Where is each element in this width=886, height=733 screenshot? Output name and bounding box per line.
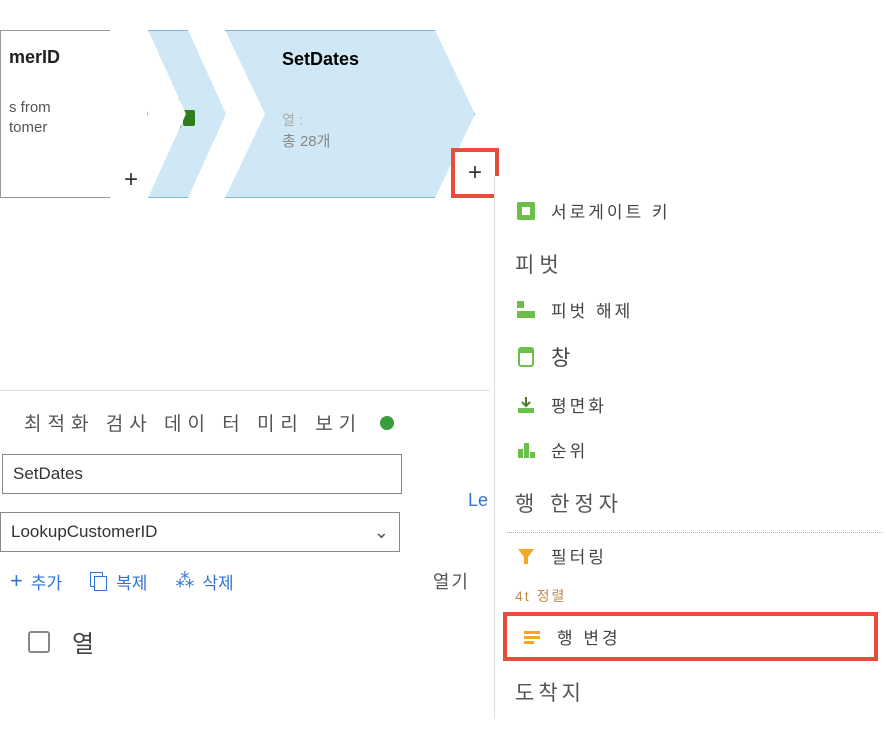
window-icon — [515, 346, 537, 368]
delete-icon: ⁂ — [175, 570, 194, 593]
sort-label: 4t 정렬 — [507, 578, 882, 608]
menu-surrogate-key[interactable]: 서로게이트 키 — [507, 188, 882, 233]
preview-panel: 최적화 검사 데이 터 미리 보기 LookupCustomerID ⌄ + 추… — [0, 390, 490, 673]
node-title: merID — [5, 47, 137, 68]
column-checkbox[interactable] — [28, 631, 50, 653]
node-title: SetDates — [282, 49, 454, 70]
transformation-menu: 서로게이트 키 피벗 피벗 해제 창 평면화 순위 행 한정자 필터링 — [494, 176, 882, 719]
column-label: 열 : — [282, 110, 454, 130]
copy-button[interactable]: 복제 — [90, 569, 147, 594]
menu-flatten[interactable]: 평면화 — [507, 382, 882, 427]
delete-button[interactable]: ⁂ 삭제 — [175, 569, 233, 594]
menu-row-change[interactable]: 행 변경 — [503, 612, 878, 661]
column-count: 총 28개 — [282, 130, 454, 151]
rank-icon — [515, 439, 537, 461]
link-partial[interactable]: Le — [468, 490, 488, 511]
source-dropdown[interactable]: LookupCustomerID ⌄ — [0, 512, 400, 552]
add-button[interactable]: + 추가 — [10, 568, 62, 594]
menu-header-row-limiter: 행 한정자 — [507, 472, 882, 533]
node-subtitle: s from tomer — [5, 98, 137, 137]
menu-filter[interactable]: 필터링 — [507, 533, 882, 578]
copy-icon — [90, 572, 108, 590]
transform-icon: ↳ — [164, 96, 200, 132]
add-step-button[interactable]: + — [451, 148, 499, 198]
connector[interactable]: ↳ — [148, 30, 228, 198]
flatten-icon — [515, 394, 537, 416]
open-label: 열기 — [433, 568, 470, 594]
menu-header-destination: 도착지 — [507, 665, 882, 719]
name-input[interactable] — [2, 454, 402, 494]
surrogate-key-icon — [515, 200, 537, 222]
column-header: 열 — [72, 624, 98, 659]
panel-title: 최적화 검사 데이 터 미리 보기 — [24, 409, 362, 436]
status-indicator-icon — [380, 416, 394, 430]
menu-window[interactable]: 창 — [507, 332, 882, 382]
menu-rank[interactable]: 순위 — [507, 427, 882, 472]
menu-header-pivot: 피벗 — [507, 233, 882, 287]
chevron-down-icon: ⌄ — [374, 522, 389, 543]
node-setdates[interactable]: SetDates 열 : 총 28개 — [225, 30, 475, 198]
add-branch-button[interactable]: + — [124, 166, 138, 378]
row-change-icon — [521, 626, 543, 648]
plus-icon: + — [10, 568, 23, 594]
menu-unpivot[interactable]: 피벗 해제 — [507, 287, 882, 332]
filter-icon — [515, 545, 537, 567]
dropdown-value: LookupCustomerID — [11, 522, 157, 542]
unpivot-icon — [515, 299, 537, 321]
